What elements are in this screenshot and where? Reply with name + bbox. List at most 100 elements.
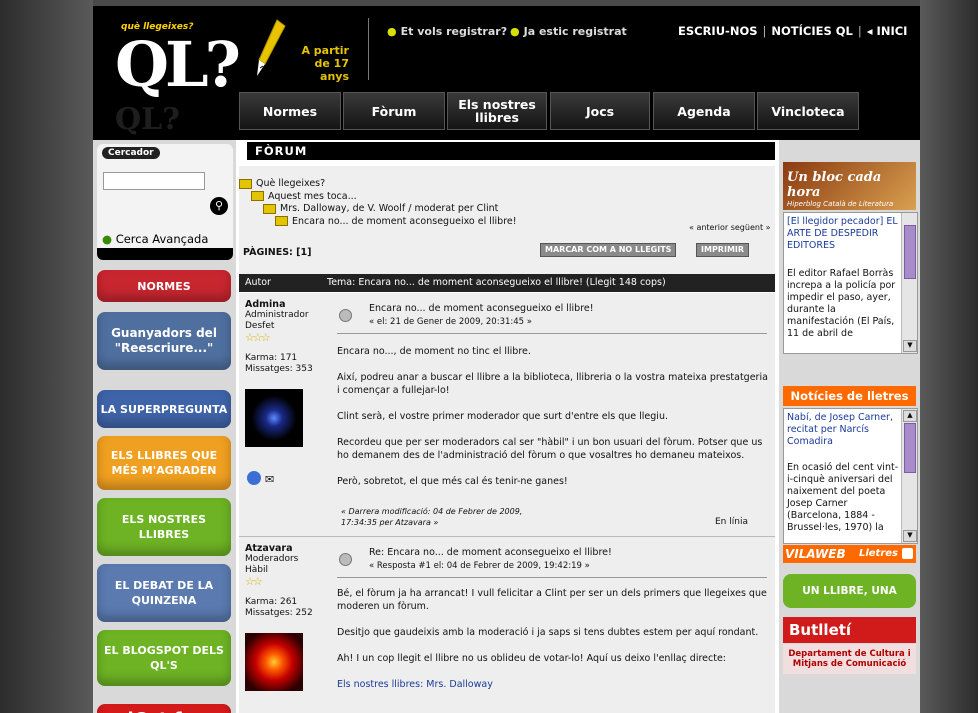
search-input[interactable] bbox=[103, 172, 205, 190]
news-link[interactable]: Nabí, de Josep Carner, recitat per Narcí… bbox=[787, 412, 899, 448]
topic-header: Autor Tema: Encara no... de moment acons… bbox=[239, 274, 775, 292]
avatar bbox=[245, 633, 303, 691]
folder-icon bbox=[251, 191, 264, 201]
top-links: ESCRIU-NOS | NOTÍCIES QL | ◂ INICI bbox=[678, 24, 908, 38]
print-button[interactable]: IMPRIMIR bbox=[696, 243, 750, 257]
breadcrumb-item[interactable]: Aquest mes toca... bbox=[239, 191, 517, 204]
news-scrollbar[interactable]: ▲ ▼ bbox=[901, 409, 917, 543]
prev-next-links[interactable]: « anterior següent » bbox=[689, 223, 771, 232]
author-messages: Missatges: 353 bbox=[245, 364, 313, 374]
author-name[interactable]: Admina bbox=[245, 299, 335, 310]
folder-icon bbox=[239, 178, 252, 189]
page: què llegeixes? QL? QL? A partir de 17 an… bbox=[93, 6, 920, 713]
nostres-llibres-button[interactable]: ELS NOSTRES LLIBRES bbox=[97, 498, 231, 556]
butlleti-banner[interactable]: Butlletí bbox=[783, 617, 916, 643]
contact-link[interactable]: ESCRIU-NOS bbox=[678, 24, 758, 38]
author-messages: Missatges: 252 bbox=[245, 608, 313, 618]
author-name[interactable]: Atzavara bbox=[245, 543, 335, 554]
vilaweb-banner[interactable]: VILAWEB Lletres bbox=[783, 545, 916, 563]
rank-stars: ☆☆ bbox=[245, 575, 263, 588]
author-role: Administrador bbox=[245, 310, 309, 320]
scroll-down-icon[interactable]: ▼ bbox=[903, 530, 917, 542]
logo-reflection: QL? bbox=[115, 102, 180, 137]
email-icon[interactable]: ✉ bbox=[265, 473, 274, 486]
folder-icon bbox=[263, 203, 276, 214]
breadcrumb-item[interactable]: Encara no... de moment aconsegueixo el l… bbox=[239, 216, 517, 229]
mark-unread-button[interactable]: MARCAR COM A NO LLEGITS bbox=[540, 243, 677, 257]
right-sidebar: Un bloc cada hora Hiperblog Català de Li… bbox=[779, 140, 920, 713]
post-author: Atzavara Moderadors Hàbil ☆☆ Karma: 261 … bbox=[245, 543, 335, 619]
post-date: « el: 21 de Gener de 2009, 20:31:45 » bbox=[369, 317, 532, 327]
news-text: En ocasió del cent vint-i-cinquè anivers… bbox=[787, 462, 899, 533]
department-banner[interactable]: Departament de Cultura i Mitjans de Comu… bbox=[783, 644, 916, 674]
nav-forum[interactable]: Fòrum bbox=[343, 92, 445, 130]
nav-jocs[interactable]: Jocs bbox=[550, 92, 650, 130]
post-divider bbox=[337, 333, 767, 334]
news-header: Notícies de lletres bbox=[783, 386, 916, 406]
icat-button[interactable]: iCat fm bbox=[97, 704, 231, 713]
rank-stars: ☆☆☆ bbox=[245, 331, 271, 344]
post-title[interactable]: Re: Encara no... de moment aconsegueixo … bbox=[369, 547, 612, 558]
scroll-thumb[interactable] bbox=[904, 423, 916, 473]
header: què llegeixes? QL? QL? A partir de 17 an… bbox=[93, 6, 920, 140]
guanyadors-button[interactable]: Guanyadors del "Reescriure..." bbox=[97, 312, 231, 370]
folder-icon bbox=[275, 216, 288, 226]
rss-icon[interactable] bbox=[902, 548, 913, 559]
nav-agenda[interactable]: Agenda bbox=[653, 92, 755, 130]
news-feed: Nabí, de Josep Carner, recitat per Narcí… bbox=[783, 408, 918, 544]
scroll-up-icon: ▲ bbox=[903, 410, 917, 422]
llibres-agraden-button[interactable]: ELS LLIBRES QUE MÉS M'AGRADEN bbox=[97, 436, 231, 490]
post-date: « Resposta #1 el: 04 de Febrer de 2009, … bbox=[369, 561, 590, 571]
search-label: Cercador bbox=[102, 147, 160, 159]
site-logo[interactable]: QL? bbox=[115, 34, 241, 96]
blog-feed: [El llegidor pecador] EL ARTE DE DESPEDI… bbox=[783, 212, 918, 354]
nav-vincloteca[interactable]: Vincloteca bbox=[757, 92, 859, 130]
book-link[interactable]: Els nostres llibres: Mrs. Dalloway bbox=[337, 678, 769, 691]
left-sidebar: Cercador ⚲ ● Cerca Avançada NORMES Guany… bbox=[93, 140, 236, 713]
phrase-button[interactable]: UN LLIBRE, UNA FRASE bbox=[783, 574, 916, 631]
news-link[interactable]: NOTÍCIES QL bbox=[771, 24, 853, 38]
post-body: Encara no..., de moment no tinc el llibr… bbox=[337, 346, 768, 487]
nav-normes[interactable]: Normes bbox=[239, 92, 341, 130]
post: Admina Administrador Desfet ☆☆☆ Karma: 1… bbox=[239, 293, 775, 537]
home-link[interactable]: ◂ INICI bbox=[867, 24, 908, 38]
login-link[interactable]: ● Ja estic registrat bbox=[510, 25, 627, 38]
nav-llibres[interactable]: Els nostres llibres bbox=[447, 92, 547, 130]
post-icon bbox=[339, 309, 352, 322]
scroll-thumb[interactable] bbox=[904, 225, 916, 279]
header-divider bbox=[368, 18, 369, 80]
blog-banner[interactable]: Un bloc cada hora Hiperblog Català de Li… bbox=[783, 162, 916, 210]
profile-icon[interactable] bbox=[247, 471, 261, 485]
column-author: Autor bbox=[245, 277, 271, 288]
superpregunta-button[interactable]: LA SUPERPREGUNTA bbox=[97, 390, 231, 428]
blogspot-button[interactable]: EL BLOGSPOT DELS QL'S bbox=[97, 630, 231, 686]
author-role: Moderadors bbox=[245, 554, 299, 564]
search-icon[interactable]: ⚲ bbox=[210, 197, 228, 215]
author-karma: Karma: 171 bbox=[245, 353, 298, 363]
online-status: En línia bbox=[715, 517, 748, 527]
post-author: Admina Administrador Desfet ☆☆☆ Karma: 1… bbox=[245, 299, 335, 375]
age-notice: A partir de 17 anys bbox=[301, 44, 349, 83]
breadcrumb: Què llegeixes? Aquest mes toca... Mrs. D… bbox=[239, 178, 517, 228]
author-karma: Karma: 261 bbox=[245, 597, 298, 607]
search-box-footer bbox=[97, 248, 233, 260]
search-box: Cercador ⚲ ● Cerca Avançada bbox=[97, 144, 233, 260]
forum-title: FÒRUM bbox=[247, 142, 775, 160]
post-title[interactable]: Encara no... de moment aconsegueixo el l… bbox=[369, 303, 594, 314]
page-shadow-right bbox=[920, 0, 978, 713]
normes-button[interactable]: NORMES bbox=[97, 270, 231, 302]
blog-scrollbar[interactable]: ▼ bbox=[901, 213, 917, 353]
page-shadow-left bbox=[0, 0, 93, 713]
debat-quinzena-button[interactable]: EL DEBAT DE LA QUINZENA bbox=[97, 564, 231, 622]
post: Atzavara Moderadors Hàbil ☆☆ Karma: 261 … bbox=[239, 537, 775, 713]
blog-post-link[interactable]: [El llegidor pecador] EL ARTE DE DESPEDI… bbox=[787, 216, 899, 252]
advanced-search-link[interactable]: ● Cerca Avançada bbox=[102, 232, 208, 246]
pagination[interactable]: PÀGINES: [1] bbox=[243, 247, 311, 258]
column-topic: Tema: Encara no... de moment aconsegueix… bbox=[327, 277, 666, 288]
register-link[interactable]: ● Et vols registrar? bbox=[387, 25, 507, 38]
avatar bbox=[245, 389, 303, 447]
breadcrumb-item[interactable]: Què llegeixes? bbox=[239, 178, 517, 191]
breadcrumb-item[interactable]: Mrs. Dalloway, de V. Woolf / moderat per… bbox=[239, 203, 517, 216]
scroll-down-icon[interactable]: ▼ bbox=[903, 340, 917, 352]
blog-post-text: El editor Rafael Borràs increpa a la pol… bbox=[787, 268, 896, 339]
